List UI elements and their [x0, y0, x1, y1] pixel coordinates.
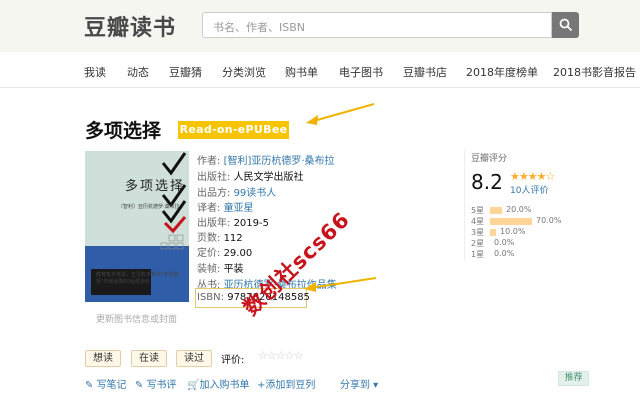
write-note-link[interactable]: ✎ 写笔记 [85, 376, 127, 391]
rating-bar [490, 207, 502, 214]
rate-stars-input[interactable]: ☆☆☆☆☆ [258, 349, 303, 362]
cover-subtitle: 〔智利〕亚历杭德罗·桑布拉 [118, 204, 180, 210]
rating-row-pct: 0.0% [494, 238, 515, 247]
nav-item-mine[interactable]: 我读 [84, 64, 106, 80]
rating-row-pct: 10.0% [500, 227, 526, 236]
want-to-read-button[interactable]: 想读 [85, 350, 121, 367]
nav-item-browse[interactable]: 分类浏览 [222, 64, 266, 80]
rating-score: 8.2 [471, 170, 503, 194]
nav-item-ebooks[interactable]: 电子图书 [339, 64, 383, 80]
nav-item-guess[interactable]: 豆瓣猜 [169, 64, 202, 80]
info-year: 出版年: 2019-5 [197, 218, 269, 229]
cart-icon: 🛒 [187, 380, 200, 391]
nav-item-activity[interactable]: 动态 [127, 64, 149, 80]
rating-row-label: 3星 [471, 228, 485, 237]
rate-label: 评价: [221, 355, 245, 366]
rating-row-label: 5星 [471, 206, 485, 215]
add-to-booklist-link[interactable]: 🛒加入购书单 [187, 376, 249, 391]
have-read-button[interactable]: 读过 [176, 350, 212, 367]
search-button[interactable] [552, 12, 579, 38]
rating-bar [490, 229, 496, 236]
rating-label: 豆瓣评分 [471, 154, 508, 164]
rating-row-label: 4星 [471, 217, 485, 226]
nav-item-booklist[interactable]: 购书单 [285, 64, 318, 80]
pencil-icon: ✎ [135, 380, 147, 391]
rating-bar [490, 218, 532, 225]
cover-note: 教育有多荒谬，生活有多荒谬"多项选择"开启另类80后成长纪 [96, 272, 179, 285]
rating-row-label: 2星 [471, 239, 485, 248]
search-icon [559, 18, 573, 32]
site-logo[interactable]: 豆瓣读书 [84, 10, 176, 42]
info-publisher: 出版社: 人民文学出版社 [197, 172, 304, 183]
nav-item-store[interactable]: 豆瓣书店 [403, 64, 447, 80]
info-binding: 装帧: 平装 [197, 264, 244, 275]
update-cover-link[interactable]: 更新图书信息或封面 [96, 312, 177, 325]
producer-link[interactable]: 99读书人 [234, 188, 277, 199]
author-link[interactable]: [智利]亚历杭德罗·桑布拉 [224, 156, 335, 167]
nav-item-report[interactable]: 2018书影音报告 [553, 64, 636, 80]
write-review-link[interactable]: ✎ 写书评 [135, 376, 177, 391]
arrow-icon [304, 277, 377, 292]
reading-button[interactable]: 在读 [131, 350, 167, 367]
chevron-down-icon: ▾ [370, 380, 379, 391]
cover-title: 多项选择 [125, 179, 186, 194]
add-to-doulist-link[interactable]: +添加到豆列 [257, 376, 315, 391]
info-translator: 译者: 童亚星 [197, 203, 254, 214]
rating-row-label: 1星 [471, 250, 485, 259]
translator-link[interactable]: 童亚星 [224, 203, 254, 214]
recommend-button[interactable]: 推荐 [558, 371, 589, 386]
search-input[interactable]: 书名、作者、ISBN [202, 12, 552, 38]
pencil-icon: ✎ [85, 380, 97, 391]
info-author: 作者: [智利]亚历杭德罗·桑布拉 [197, 156, 335, 167]
epubee-badge[interactable]: Read-on-ePUBee [178, 121, 289, 139]
top-bar: 豆瓣读书 书名、作者、ISBN [0, 0, 640, 52]
rating-stars: ★★★★☆ [510, 170, 555, 183]
rating-row-pct: 70.0% [536, 216, 562, 225]
info-producer: 出品方: 99读书人 [197, 188, 277, 199]
book-title: 多项选择 [85, 120, 162, 142]
info-pages: 页数: 112 [197, 233, 243, 244]
rating-row-pct: 0.0% [494, 249, 515, 258]
info-price: 定价: 29.00 [197, 248, 253, 259]
nav-item-annual[interactable]: 2018年度榜单 [466, 64, 538, 80]
main-nav: 我读 动态 豆瓣猜 分类浏览 购书单 电子图书 豆瓣书店 2018年度榜单 20… [0, 52, 640, 88]
rating-row-pct: 20.0% [506, 205, 532, 214]
share-link[interactable]: 分享到 ▾ [340, 376, 378, 391]
arrow-icon [306, 103, 375, 125]
rating-count-link[interactable]: 10人评价 [510, 183, 548, 196]
